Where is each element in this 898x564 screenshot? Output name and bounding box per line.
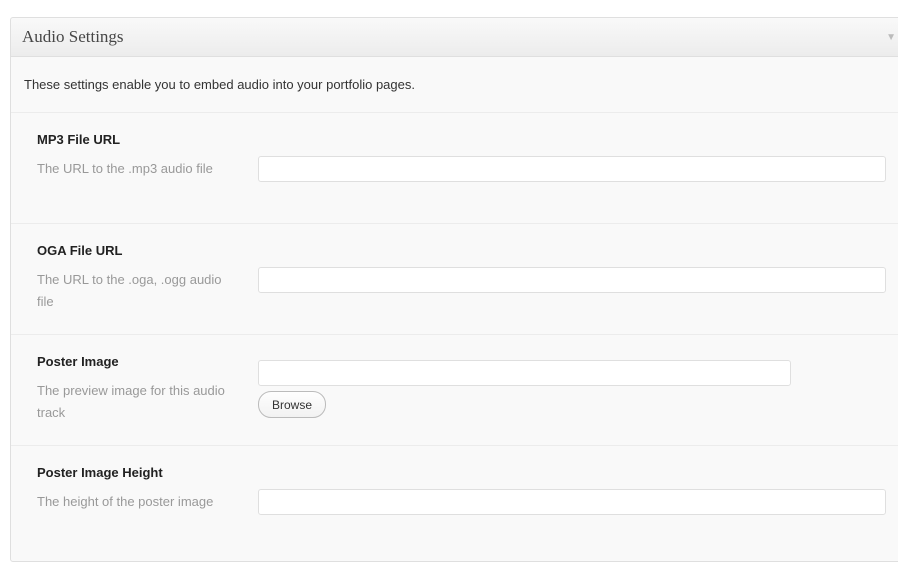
oga-url-input[interactable] xyxy=(258,267,886,293)
mp3-url-description: The URL to the .mp3 audio file xyxy=(37,161,213,176)
mp3-url-input[interactable] xyxy=(258,156,886,182)
toggle-arrow-icon[interactable]: ▼ xyxy=(886,32,896,43)
panel-title: Audio Settings xyxy=(22,27,124,46)
audio-settings-panel: Audio Settings ▼ These settings enable y… xyxy=(10,17,898,562)
browse-button[interactable]: Browse xyxy=(258,391,327,418)
oga-url-label: OGA File URL xyxy=(37,243,123,258)
panel-description: These settings enable you to embed audio… xyxy=(24,77,415,92)
poster-image-height-description: The height of the poster image xyxy=(37,494,214,509)
poster-image-height-input[interactable] xyxy=(258,489,886,515)
field-row-poster-image: Poster Image The preview image for this … xyxy=(11,334,898,445)
mp3-url-label: MP3 File URL xyxy=(37,132,121,147)
field-row-poster-image-height: Poster Image Height The height of the po… xyxy=(11,445,898,564)
poster-image-input[interactable] xyxy=(258,360,791,386)
poster-image-description: The preview image for this audio track xyxy=(37,383,225,420)
poster-image-height-label: Poster Image Height xyxy=(37,465,163,480)
panel-header[interactable]: Audio Settings ▼ xyxy=(11,18,898,57)
field-row-mp3-url: MP3 File URL The URL to the .mp3 audio f… xyxy=(11,112,898,223)
poster-image-label: Poster Image xyxy=(37,354,119,369)
field-row-oga-url: OGA File URL The URL to the .oga, .ogg a… xyxy=(11,223,898,334)
oga-url-description: The URL to the .oga, .ogg audio file xyxy=(37,272,222,309)
